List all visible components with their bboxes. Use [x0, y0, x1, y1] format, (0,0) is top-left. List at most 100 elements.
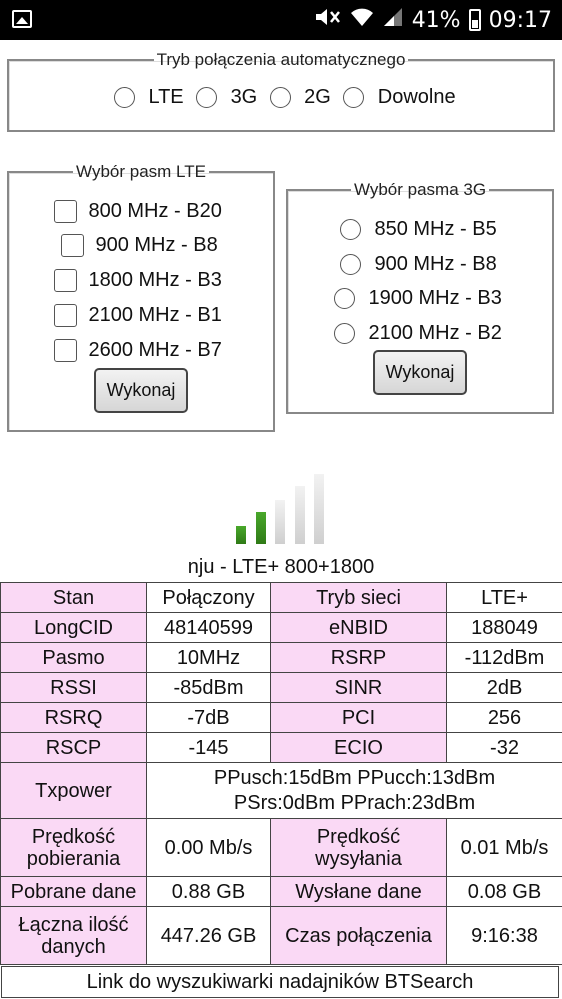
mode-any-label: Dowolne	[377, 86, 456, 108]
txpower-label: Txpower	[0, 762, 147, 819]
txpower-line-1: PPusch:15dBm PPucch:13dBm	[213, 766, 496, 789]
table-row: Łączna ilość danych 447.26 GB Czas połąc…	[0, 906, 562, 965]
lte-b8-checkbox[interactable]	[61, 234, 84, 257]
uploaded-value: 0.08 GB	[446, 876, 562, 907]
mode-options: LTE 3G 2G Dowolne	[114, 86, 456, 109]
umts-b2-label: 2100 MHz - B2	[368, 322, 502, 344]
lte-b7-checkbox[interactable]	[54, 339, 77, 362]
battery-percent: 41%	[411, 7, 461, 33]
lte-band-b8[interactable]: 900 MHz - B8	[61, 234, 218, 257]
mode-2g-label: 2G	[304, 86, 331, 108]
table-value-cell: -32	[446, 732, 562, 763]
lte-band-b20[interactable]: 800 MHz - B20	[54, 200, 222, 223]
lte-b3-label: 1800 MHz - B3	[88, 269, 222, 291]
table-value-cell: -7dB	[146, 702, 271, 733]
lte-b3-checkbox[interactable]	[54, 269, 77, 292]
clock: 09:17	[488, 7, 552, 33]
table-label-cell: Tryb sieci	[270, 582, 447, 613]
total-data-value: 447.26 GB	[146, 906, 271, 965]
btsearch-link[interactable]: Link do wyszukiwarki nadajników BTSearch	[1, 966, 559, 998]
table-row: RSSI -85dBm SINR 2dB	[0, 672, 562, 703]
table-label-cell: SINR	[270, 672, 447, 703]
total-data-label: Łączna ilość danych	[0, 906, 147, 965]
mode-2g-radio[interactable]	[269, 87, 291, 108]
table-value-cell: -85dBm	[146, 672, 271, 703]
table-row: Prędkość pobierania 0.00 Mb/s Prędkość w…	[0, 818, 562, 877]
signal-bar	[236, 526, 246, 544]
umts-b5-label: 850 MHz - B5	[374, 218, 497, 240]
lte-b20-label: 800 MHz - B20	[88, 200, 222, 222]
table-value-cell: 10MHz	[146, 642, 271, 673]
table-label-cell: Stan	[0, 582, 147, 613]
signal-bar	[255, 512, 266, 544]
table-value-cell: LTE+	[446, 582, 562, 613]
status-bar: 41% 09:17	[0, 0, 562, 40]
umts-b8-label: 900 MHz - B8	[374, 253, 497, 275]
lte-b1-checkbox[interactable]	[54, 304, 77, 327]
table-label-cell: LongCID	[0, 612, 147, 643]
lte-band-b7[interactable]: 2600 MHz - B7	[54, 339, 222, 362]
status-table: Stan Połączony Tryb sieci LTE+ LongCID 481405…	[0, 582, 562, 965]
upload-speed-label: Prędkość wysyłania	[270, 818, 447, 877]
table-value-cell: 256	[446, 702, 562, 733]
umts-apply-button[interactable]: Wykonaj	[373, 350, 467, 395]
umts-band-b5[interactable]: 850 MHz - B5	[340, 218, 497, 241]
connection-time-label: Czas połączenia	[270, 906, 447, 965]
lte-band-b1[interactable]: 2100 MHz - B1	[54, 304, 222, 327]
table-value-cell: 188049	[446, 612, 562, 643]
download-speed-value: 0.00 Mb/s	[146, 818, 271, 877]
image-icon	[12, 10, 32, 28]
upload-speed-value: 0.01 Mb/s	[446, 818, 562, 877]
table-value-cell: -112dBm	[446, 642, 562, 673]
lte-b8-label: 900 MHz - B8	[95, 234, 218, 256]
signal-bar	[275, 500, 285, 544]
table-row: Txpower PPusch:15dBm PPucch:13dBm PSrs:0…	[0, 762, 562, 819]
mode-lte-label: LTE	[148, 86, 184, 108]
umts-band-b2[interactable]: 2100 MHz - B2	[334, 322, 502, 345]
signal-strength-icon	[236, 472, 326, 544]
table-label-cell: eNBID	[270, 612, 447, 643]
table-row: Pasmo 10MHz RSRP -112dBm	[0, 642, 562, 673]
table-label-cell: ECIO	[270, 732, 447, 763]
mode-3g-radio[interactable]	[196, 87, 218, 108]
table-row: LongCID 48140599 eNBID 188049	[0, 612, 562, 643]
table-value-cell: 2dB	[446, 672, 562, 703]
umts-b3-label: 1900 MHz - B3	[368, 287, 502, 309]
lte-band-b3[interactable]: 1800 MHz - B3	[54, 269, 222, 292]
table-value-cell: 48140599	[146, 612, 271, 643]
wifi-icon	[350, 6, 374, 34]
umts-band-b3[interactable]: 1900 MHz - B3	[334, 287, 502, 310]
table-label-cell: PCI	[270, 702, 447, 733]
signal-bar	[314, 474, 324, 544]
lte-apply-button[interactable]: Wykonaj	[94, 368, 188, 413]
table-label-cell: RSRQ	[0, 702, 147, 733]
downloaded-label: Pobrane dane	[0, 876, 147, 907]
uploaded-label: Wysłane dane	[270, 876, 447, 907]
mode-lte-radio[interactable]	[114, 87, 135, 108]
umts-bands-legend: Wybór pasma 3G	[353, 180, 487, 199]
umts-b8-radio[interactable]	[340, 254, 361, 275]
umts-b2-radio[interactable]	[334, 323, 355, 344]
table-value-cell: -145	[146, 732, 271, 763]
table-label-cell: RSCP	[0, 732, 147, 763]
table-value-cell: Połączony	[146, 582, 271, 613]
lte-b7-label: 2600 MHz - B7	[88, 339, 222, 361]
txpower-line-2: PSrs:0dBm PPrach:23dBm	[233, 791, 476, 814]
connection-mode-legend: Tryb połączenia automatycznego	[156, 50, 406, 69]
battery-icon	[468, 9, 481, 31]
txpower-value: PPusch:15dBm PPucch:13dBm PSrs:0dBm PPra…	[146, 762, 562, 819]
table-row: RSRQ -7dB PCI 256	[0, 702, 562, 733]
lte-bands-legend: Wybór pasm LTE	[76, 162, 206, 181]
lte-b20-checkbox[interactable]	[54, 200, 77, 223]
mode-any-radio[interactable]	[343, 87, 365, 108]
table-row: RSCP -145 ECIO -32	[0, 732, 562, 763]
connection-time-value: 9:16:38	[446, 906, 562, 965]
umts-b3-radio[interactable]	[334, 288, 355, 309]
umts-b5-radio[interactable]	[340, 219, 361, 240]
signal-bar	[294, 486, 305, 544]
network-name: nju - LTE+ 800+1800	[187, 556, 375, 578]
mute-icon	[314, 6, 342, 34]
signal-icon	[382, 6, 404, 34]
umts-band-b8[interactable]: 900 MHz - B8	[340, 253, 497, 276]
downloaded-value: 0.88 GB	[146, 876, 271, 907]
